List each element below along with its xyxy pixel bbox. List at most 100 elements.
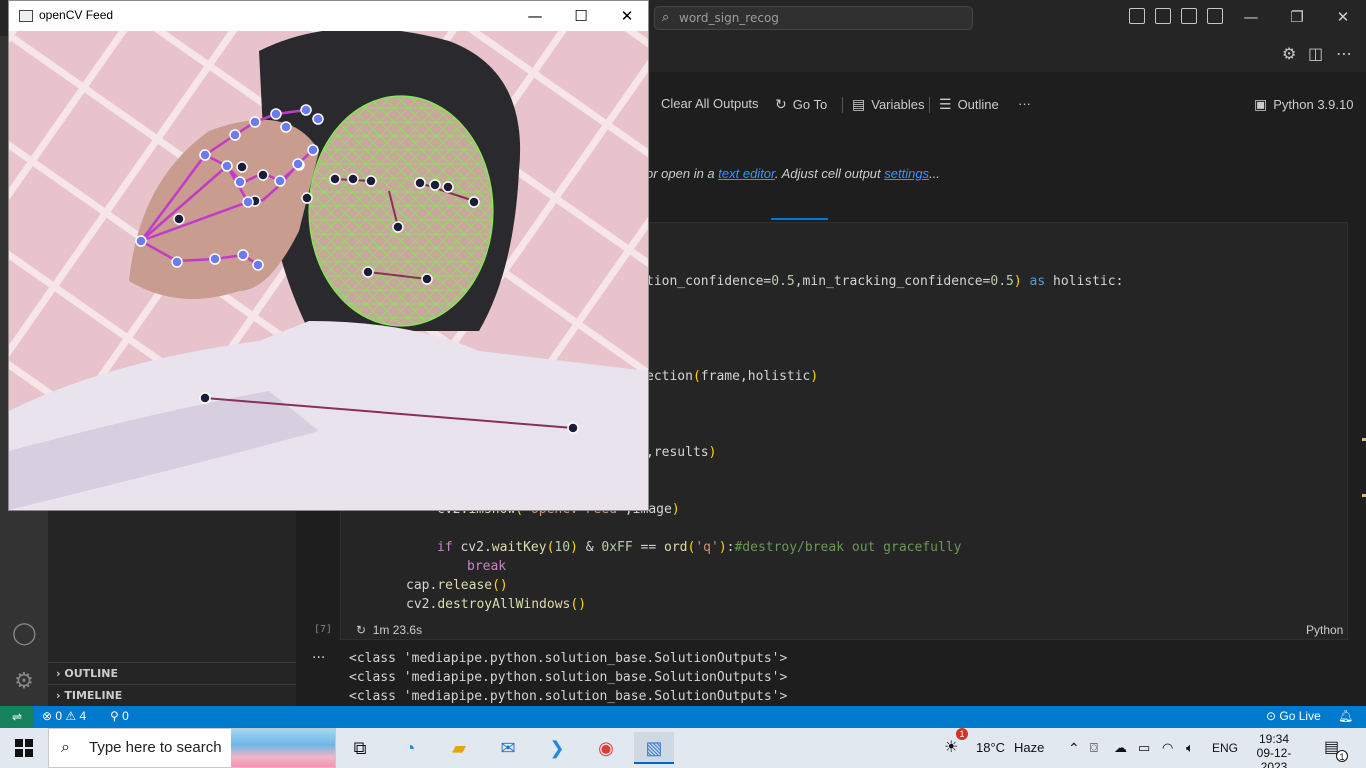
notifications-bell-icon[interactable]: 🔔︎	[1338, 709, 1353, 723]
chrome-icon[interactable]: ◉	[586, 732, 626, 764]
onedrive-cloud-icon[interactable]: ☁	[1114, 728, 1127, 768]
search-icon: ⌕	[61, 739, 70, 756]
weather-badge: 1	[956, 728, 968, 740]
toggle-secondary-sidebar-icon[interactable]	[1181, 8, 1197, 24]
python-app-icon[interactable]: ▧	[634, 732, 674, 764]
close-button[interactable]: ✕	[1320, 0, 1366, 36]
action-center-icon[interactable]: ▤	[1324, 728, 1339, 768]
opencv-minimize-button[interactable]: —	[512, 1, 558, 31]
account-icon[interactable]: ◯	[12, 622, 37, 646]
variables-button[interactable]: ▤ Variables	[852, 96, 924, 113]
volume-icon[interactable]: 🔈︎	[1186, 728, 1194, 768]
windows-start-icon[interactable]	[4, 732, 44, 764]
webcam-frame-image	[9, 31, 648, 510]
go-to-label: Go To	[792, 97, 828, 112]
opencv-window-title: openCV Feed	[39, 8, 114, 22]
code-line: cap.release()	[406, 578, 508, 593]
taskbar-search-placeholder: Type here to search	[89, 739, 222, 756]
remote-indicator[interactable]: ⇌	[0, 706, 34, 728]
opencv-app-icon	[19, 10, 33, 22]
code-line: ection(frame,holistic)	[646, 369, 819, 384]
opencv-close-button[interactable]: ✕	[604, 1, 650, 31]
search-icon: ⌕	[662, 10, 670, 25]
command-center-search[interactable]: ⌕ word_sign_recog	[654, 6, 973, 30]
execution-status: ↻ 1m 23.6s	[356, 623, 423, 637]
cell-language[interactable]: Python	[1306, 623, 1343, 637]
warning-count: 4	[79, 709, 87, 723]
timeline-section-header[interactable]: › TIMELINE	[48, 684, 296, 706]
opencv-maximize-button[interactable]: ☐	[558, 1, 604, 31]
input-language[interactable]: ENG	[1212, 728, 1238, 768]
outline-section-label: OUTLINE	[64, 667, 118, 680]
mail-icon[interactable]: ✉	[488, 732, 528, 764]
cell-focus-indicator	[771, 218, 828, 220]
toolbar-separator	[842, 97, 843, 113]
minimize-button[interactable]: —	[1228, 0, 1274, 36]
outline-button[interactable]: ☰ Outline	[939, 96, 999, 113]
output-line: <class 'mediapipe.python.solution_base.S…	[349, 670, 788, 685]
toggle-primary-sidebar-icon[interactable]	[1129, 8, 1145, 24]
message-prefix: or open in a	[646, 166, 719, 181]
customize-layout-icon[interactable]	[1207, 8, 1223, 24]
opencv-title-bar[interactable]: openCV Feed — ☐ ✕	[9, 1, 648, 31]
toolbar-separator	[929, 97, 930, 113]
clock[interactable]: 19:34 09-12-2023	[1248, 732, 1300, 768]
text-editor-link[interactable]: text editor	[718, 166, 775, 181]
more-label: ···	[1018, 96, 1031, 111]
restore-button[interactable]: ❐	[1274, 0, 1320, 36]
opencv-window[interactable]: openCV Feed — ☐ ✕	[8, 0, 649, 511]
message-middle: . Adjust cell output	[774, 166, 885, 181]
output-line: <class 'mediapipe.python.solution_base.S…	[349, 689, 788, 704]
kernel-label: Python 3.9.10	[1273, 97, 1354, 112]
go-live-label: Go Live	[1279, 709, 1321, 723]
overview-ruler-mark	[1362, 494, 1366, 497]
split-editor-icon[interactable]: ◫	[1308, 44, 1323, 63]
task-view-icon[interactable]: ⧉	[340, 732, 380, 764]
show-hidden-icons[interactable]: ⌃	[1068, 728, 1080, 768]
manage-gear-icon[interactable]: ⚙	[12, 670, 36, 694]
webcam-feed	[9, 31, 648, 510]
clear-outputs-label: Clear All Outputs	[661, 96, 759, 111]
kernel-picker[interactable]: ▣ Python 3.9.10	[1254, 96, 1353, 113]
code-line: break	[467, 559, 507, 574]
windows-taskbar: ⌕ Type here to search ⧉ ◔ ▰ ✉ ❯ ◉ ▧ ☀ 1 …	[0, 728, 1366, 768]
output-line: <class 'mediapipe.python.solution_base.S…	[349, 651, 788, 666]
go-to-button[interactable]: ↻ Go To	[775, 96, 827, 113]
battery-icon[interactable]: ▭	[1138, 728, 1150, 768]
ports-status[interactable]: ⚲ 0	[110, 709, 129, 723]
gear-icon[interactable]: ⚙	[1282, 44, 1296, 63]
go-live-button[interactable]: ⊙ Go Live	[1266, 709, 1321, 723]
more-actions-icon[interactable]: ⋯	[1336, 44, 1352, 63]
variables-label: Variables	[871, 97, 925, 112]
problems-status[interactable]: ⊗ 0 ⚠ 4	[42, 709, 86, 723]
toggle-panel-icon[interactable]	[1155, 8, 1171, 24]
weather-temperature[interactable]: 18°C	[976, 728, 1005, 768]
more-toolbar-button[interactable]: ···	[1018, 96, 1031, 111]
status-bar: ⇌ ⊗ 0 ⚠ 4 ⚲ 0 ⊙ Go Live 🔔︎	[0, 706, 1366, 728]
window-controls: — ❐ ✕	[1228, 0, 1366, 36]
clear-all-outputs-button[interactable]: Clear All Outputs	[661, 96, 759, 111]
code-line: if cv2.waitKey(10) & 0xFF == ord('q'):#d…	[437, 540, 962, 555]
timeline-section-label: TIMELINE	[64, 689, 123, 702]
outline-section-header[interactable]: › OUTLINE	[48, 662, 296, 684]
vscode-icon[interactable]: ❯	[537, 732, 577, 764]
outline-label: Outline	[957, 97, 999, 112]
settings-link[interactable]: settings	[884, 166, 929, 181]
code-line: ,results)	[646, 445, 717, 460]
error-count: 0	[55, 709, 63, 723]
code-line: tion_confidence=0.5,min_tracking_confide…	[646, 274, 1124, 289]
file-explorer-icon[interactable]: ▰	[439, 732, 479, 764]
message-suffix: ...	[929, 166, 940, 181]
tray-meet-icon[interactable]: ⌼	[1090, 728, 1098, 768]
edge-browser-icon[interactable]: ◔	[390, 732, 430, 764]
kernel-icon: ▣	[1254, 96, 1268, 112]
refresh-icon: ↻	[775, 96, 787, 112]
output-more-button[interactable]: ···	[312, 650, 325, 666]
search-highlight-image	[231, 729, 335, 767]
weather-condition[interactable]: Haze	[1014, 728, 1044, 768]
taskbar-search-box[interactable]: ⌕ Type here to search	[48, 728, 336, 768]
notification-badge: 1	[1336, 750, 1348, 762]
wifi-icon[interactable]: ◠	[1162, 728, 1173, 768]
execution-time: 1m 23.6s	[372, 623, 423, 637]
variables-icon: ▤	[852, 96, 866, 112]
